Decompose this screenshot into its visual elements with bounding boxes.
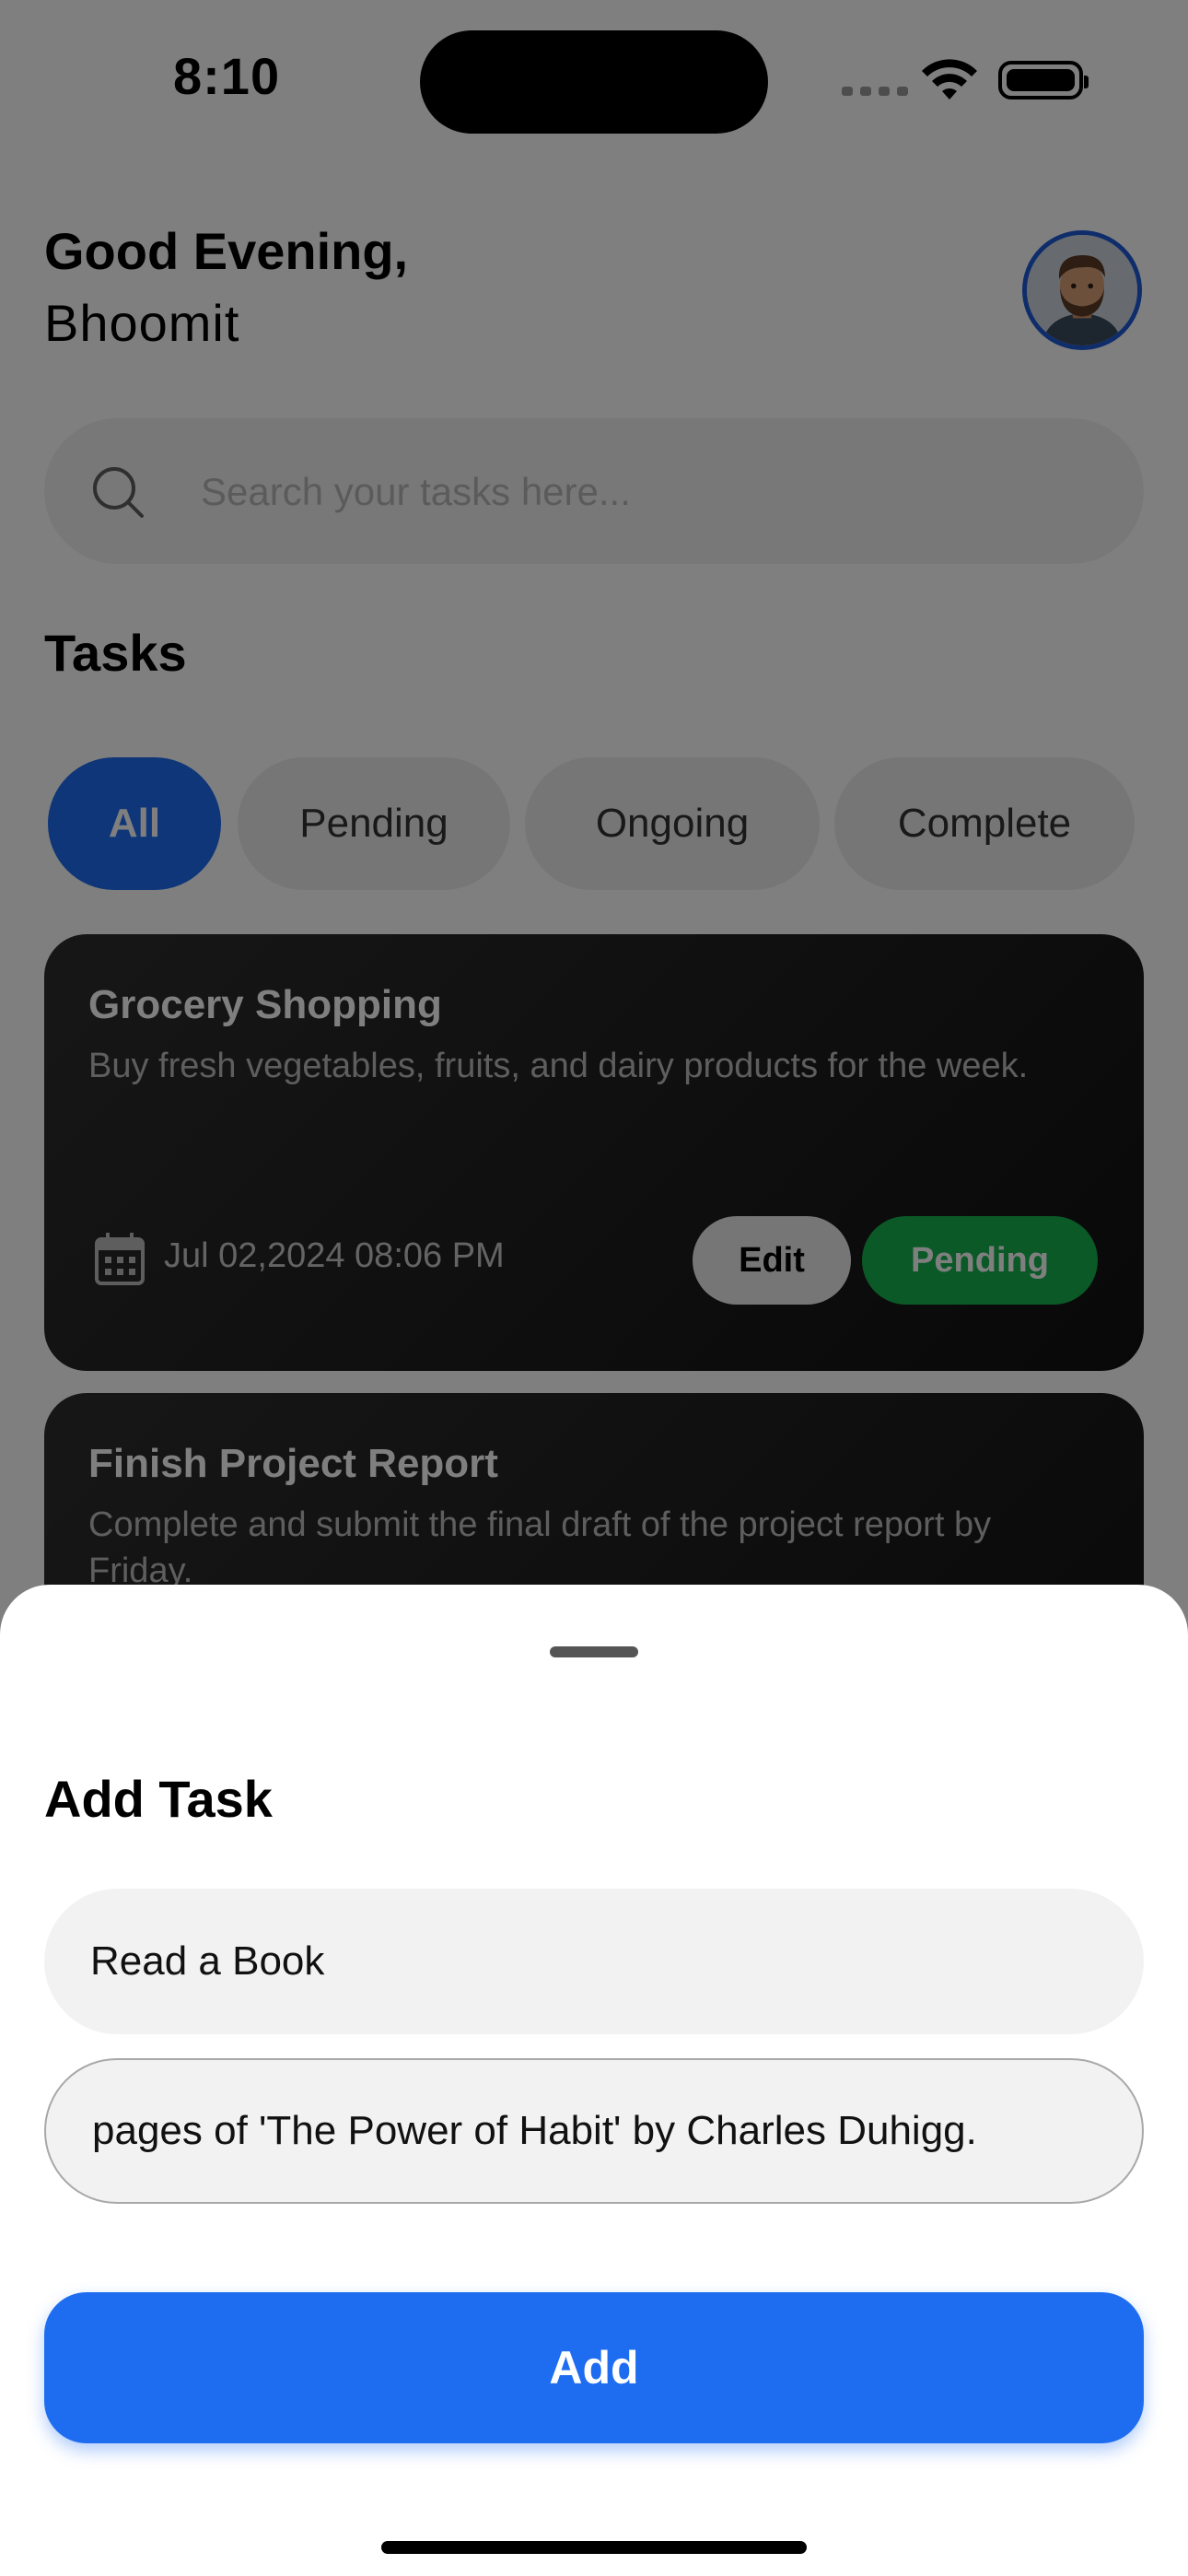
add-button[interactable]: Add bbox=[44, 2292, 1144, 2443]
dynamic-island bbox=[420, 30, 768, 134]
task-title-field[interactable] bbox=[44, 1889, 1144, 2034]
sheet-title: Add Task bbox=[44, 1770, 273, 1828]
home-indicator bbox=[381, 2541, 807, 2554]
sheet-grabber[interactable] bbox=[550, 1646, 638, 1657]
add-task-sheet: Add Task Add bbox=[0, 1585, 1188, 2576]
task-description-field[interactable] bbox=[44, 2058, 1144, 2204]
